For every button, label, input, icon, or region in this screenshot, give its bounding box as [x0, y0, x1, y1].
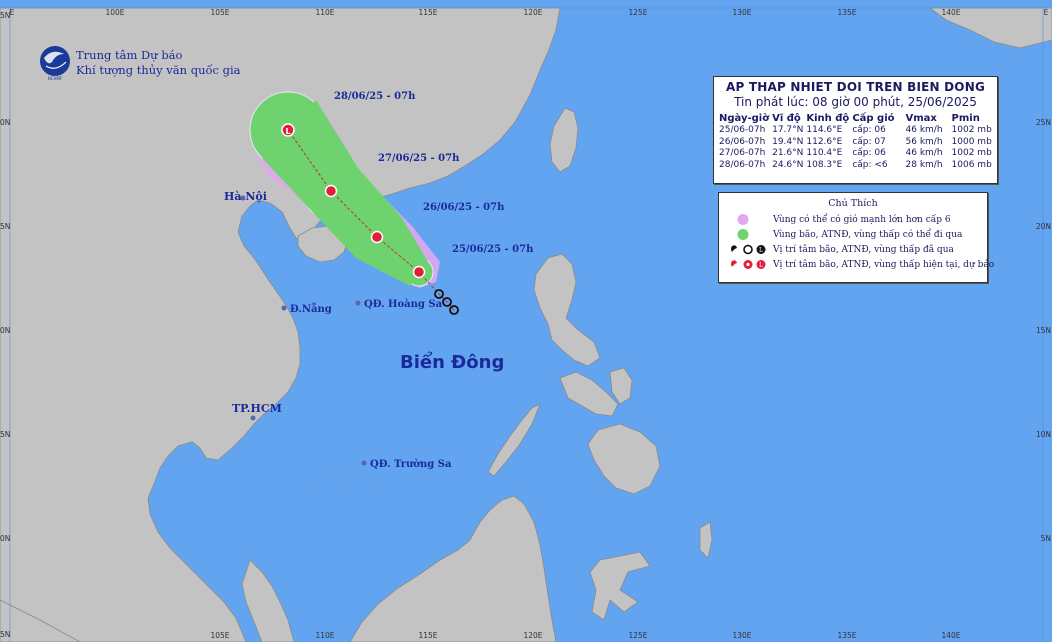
lat-label: 5N: [0, 430, 10, 439]
info-issued-time: Tin phát lúc: 08 giờ 00 phút, 25/06/2025: [734, 95, 977, 109]
table-cell: cấp: 06: [852, 125, 886, 135]
lon-label: 140E: [941, 631, 960, 640]
lat-label: 20N: [1036, 222, 1051, 231]
table-header: Kinh độ: [806, 113, 850, 124]
table-cell: 21.6°N: [772, 148, 804, 158]
table-cell: cấp: <6: [852, 159, 888, 170]
table-cell: 19.4°N: [772, 136, 804, 147]
table-cell: 28/06-07h: [719, 159, 766, 170]
storm-table: Ngày-giờ Vĩ độ Kinh độ Cấp gió Vmax Pmin…: [719, 112, 995, 171]
lat-label: 5N: [1041, 534, 1051, 543]
table-cell: 28 km/h: [905, 159, 943, 170]
lon-label: 110E: [315, 631, 334, 640]
info-title: AP THAP NHIET DOI TREN BIEN DONG: [726, 80, 985, 94]
lon-label: 100E: [105, 8, 124, 17]
legend-item-strong-wind: Vùng có thể có gió mạnh lớn hơn cấp 6: [727, 213, 951, 226]
legend-text: Vị trí tâm bão, ATNĐ, vùng thấp đã qua: [773, 244, 954, 255]
table-cell: 108.3°E: [806, 159, 843, 170]
org-name-line1: Trung tâm Dự báo: [76, 48, 183, 62]
lat-label: 5N: [0, 630, 10, 639]
lon-label: 130E: [732, 631, 751, 640]
label-hoangsa: QĐ. Hoàng Sa: [364, 299, 443, 310]
lon-label: 120E: [523, 8, 542, 17]
table-header: Pmin: [951, 113, 980, 124]
table-row: 27/06-07h 21.6°N 110.4°E cấp: 06 46 km/h…: [719, 148, 995, 160]
table-cell: 112.6°E: [806, 136, 843, 147]
label-hcm: TP.HCM: [232, 402, 282, 415]
lon-label: 105E: [210, 631, 229, 640]
lon-label: 115E: [418, 631, 437, 640]
label-truongsa: QĐ. Trường Sa: [370, 459, 452, 470]
legend-text: Vùng có thể có gió mạnh lớn hơn cấp 6: [773, 214, 951, 225]
table-cell: 114.6°E: [806, 125, 843, 135]
legend-item-cone: Vùng bão, ATNĐ, vùng thấp có thể đi qua: [727, 228, 962, 241]
table-header: Vĩ độ: [772, 113, 801, 124]
lon-label: 120E: [523, 631, 542, 640]
forecast-label-26: 26/06/25 - 07h: [423, 202, 505, 213]
lon-label: 115E: [418, 8, 437, 17]
lon-label: 110E: [315, 8, 334, 17]
lon-label: 125E: [628, 8, 647, 17]
table-cell: 110.4°E: [806, 148, 843, 158]
lon-label: 135E: [837, 631, 856, 640]
table-cell: 1002 mb: [951, 148, 992, 158]
svg-text:L: L: [759, 247, 763, 254]
table-cell: 26/06-07h: [719, 136, 766, 147]
logo-text: NCHMF: [48, 76, 63, 81]
svg-text:L: L: [759, 262, 763, 269]
legend-box: Chú Thích Vùng có thể có gió mạnh lớn hơ…: [718, 192, 994, 283]
lon-label: 140E: [941, 8, 960, 17]
table-cell: cấp: 07: [852, 136, 886, 147]
table-cell: 1002 mb: [951, 125, 992, 135]
org-name-line2: Khí tượng thủy văn quốc gia: [76, 63, 241, 77]
lat-label: 0N: [0, 534, 10, 543]
lon-label: E: [1044, 8, 1049, 17]
storm-info-box: AP THAP NHIET DOI TREN BIEN DONG Tin phá…: [713, 76, 998, 184]
green-zone-icon: [727, 228, 769, 241]
table-header: Ngày-giờ: [719, 113, 770, 124]
forecast-track-icon: L: [727, 258, 769, 271]
table-cell: 46 km/h: [905, 148, 943, 158]
legend-text: Vị trí tâm bão, ATNĐ, vùng thấp hiện tại…: [773, 259, 995, 270]
table-header: Vmax: [905, 113, 937, 124]
table-cell: 25/06-07h: [719, 125, 766, 135]
table-row: 28/06-07h 24.6°N 108.3°E cấp: <6 28 km/h…: [719, 160, 995, 172]
lon-label: 130E: [732, 8, 751, 17]
lon-label: 105E: [210, 8, 229, 17]
lat-label: 15N: [1036, 326, 1051, 335]
table-header-row: Ngày-giờ Vĩ độ Kinh độ Cấp gió Vmax Pmin: [719, 112, 995, 125]
table-cell: 56 km/h: [905, 136, 943, 147]
lon-label: 135E: [837, 8, 856, 17]
legend-title: Chú Thích: [828, 198, 878, 209]
table-cell: cấp: 06: [852, 148, 886, 158]
table-cell: 46 km/h: [905, 125, 943, 135]
past-track-icon: L: [727, 243, 769, 256]
lat-label: 0N: [0, 326, 10, 335]
label-hanoi: Hà Nội: [224, 190, 267, 203]
lat-label: 10N: [1036, 430, 1051, 439]
purple-zone-icon: [727, 213, 769, 226]
table-cell: 27/06-07h: [719, 148, 766, 158]
forecast-label-25: 25/06/25 - 07h: [452, 244, 534, 255]
legend-item-forecast: L Vị trí tâm bão, ATNĐ, vùng thấp hiện t…: [727, 258, 994, 271]
label-danang: Đ.Nẵng: [290, 303, 332, 315]
table-cell: 24.6°N: [772, 159, 804, 170]
label-bien-dong: Biển Đông: [400, 351, 504, 373]
lat-label: 25N: [1036, 118, 1051, 127]
table-header: Cấp gió: [852, 113, 895, 124]
legend-text: Vùng bão, ATNĐ, vùng thấp có thể đi qua: [773, 229, 963, 240]
forecast-label-28: 28/06/25 - 07h: [334, 91, 416, 102]
lat-label: 5N: [0, 222, 10, 231]
svg-text:L: L: [285, 127, 290, 136]
legend-item-past: L Vị trí tâm bão, ATNĐ, vùng thấp đã qua: [727, 243, 954, 256]
lon-label: 125E: [628, 631, 647, 640]
table-cell: 1006 mb: [951, 159, 992, 170]
table-cell: 17.7°N: [772, 125, 804, 135]
forecast-label-27: 27/06/25 - 07h: [378, 153, 460, 164]
lat-label: 0N: [0, 118, 10, 127]
table-row: 26/06-07h 19.4°N 112.6°E cấp: 07 56 km/h…: [719, 137, 995, 149]
table-cell: 1000 mb: [951, 136, 992, 147]
table-row: 25/06-07h 17.7°N 114.6°E cấp: 06 46 km/h…: [719, 125, 995, 137]
lat-label: 5N: [0, 11, 10, 20]
